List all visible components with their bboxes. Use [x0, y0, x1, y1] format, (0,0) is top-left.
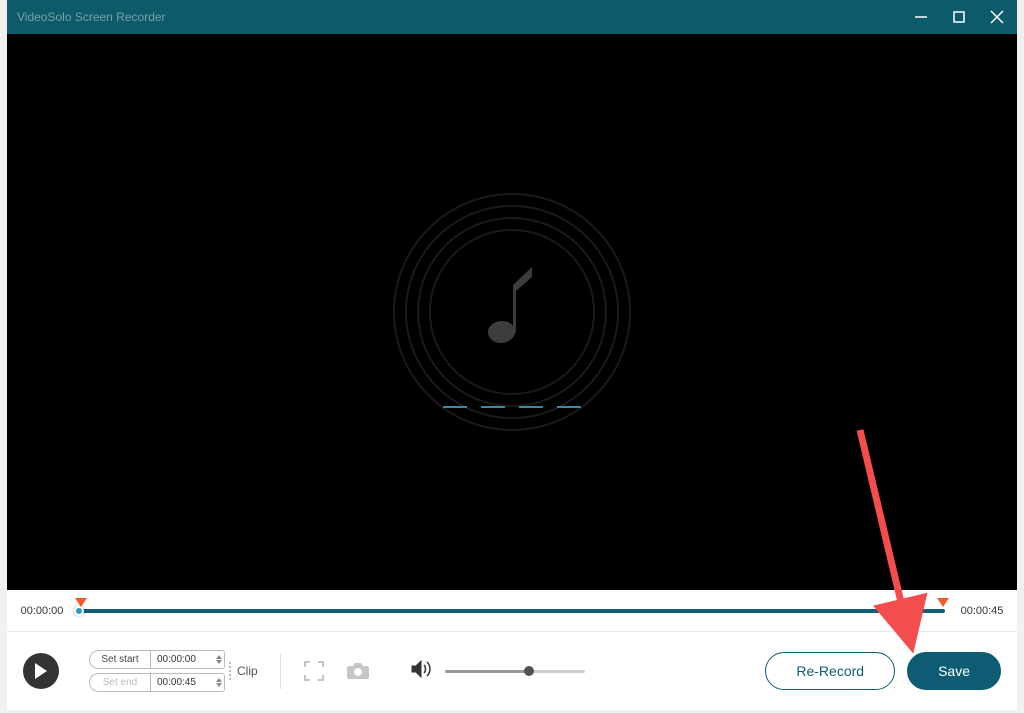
play-icon	[34, 663, 48, 679]
audio-level-dashes	[443, 406, 581, 408]
fullscreen-button[interactable]	[303, 660, 325, 682]
titlebar: VideoSolo Screen Recorder	[7, 0, 1017, 34]
save-button[interactable]: Save	[907, 652, 1001, 690]
playhead[interactable]	[74, 606, 84, 616]
volume-fill	[445, 670, 529, 673]
clip-start-row: Set start 00:00:00	[89, 650, 225, 669]
clip-start-input[interactable]: 00:00:00	[151, 650, 225, 669]
timeline: 00:00:00 00:00:45	[7, 590, 1017, 632]
timeline-track[interactable]	[79, 596, 945, 626]
close-button[interactable]	[987, 7, 1007, 27]
controls-bar: Set start 00:00:00 Set end 00:00:45	[7, 632, 1017, 710]
clip-label: Clip	[231, 660, 258, 682]
clip-start-value: 00:00:00	[157, 654, 196, 665]
screenshot-button[interactable]	[347, 660, 369, 682]
volume-thumb[interactable]	[524, 666, 534, 676]
volume-button[interactable]	[411, 659, 433, 684]
play-button[interactable]	[23, 653, 59, 689]
set-start-button[interactable]: Set start	[89, 650, 151, 669]
clip-group: Set start 00:00:00 Set end 00:00:45	[89, 650, 258, 692]
clip-end-value: 00:00:45	[157, 677, 196, 688]
track-line	[79, 609, 945, 613]
clip-end-input[interactable]: 00:00:45	[151, 673, 225, 692]
timeline-end-time: 00:00:45	[955, 605, 1009, 617]
preview-area	[7, 34, 1017, 590]
clip-end-row: Set end 00:00:45	[89, 673, 225, 692]
timeline-start-time: 00:00:00	[15, 605, 69, 617]
set-end-button[interactable]: Set end	[89, 673, 151, 692]
app-window: VideoSolo Screen Recorder	[7, 0, 1017, 710]
minimize-icon	[914, 10, 928, 24]
close-icon	[989, 9, 1005, 25]
maximize-button[interactable]	[949, 7, 969, 27]
volume-icon	[411, 659, 433, 679]
camera-icon	[347, 662, 369, 680]
clip-inputs: Set start 00:00:00 Set end 00:00:45	[89, 650, 225, 692]
window-controls	[911, 7, 1007, 27]
volume-control	[411, 659, 585, 684]
minimize-button[interactable]	[911, 7, 931, 27]
rerecord-button[interactable]: Re-Record	[765, 652, 895, 690]
maximize-icon	[952, 10, 966, 24]
clip-end-marker[interactable]	[937, 598, 949, 607]
app-title: VideoSolo Screen Recorder	[17, 10, 911, 24]
separator	[280, 653, 281, 689]
bottom-panel: 00:00:00 00:00:45 Set start 00:00:00	[7, 590, 1017, 710]
clip-end-spinner[interactable]	[216, 674, 222, 691]
clip-start-spinner[interactable]	[216, 651, 222, 668]
volume-slider[interactable]	[445, 670, 585, 673]
fullscreen-icon	[304, 661, 324, 681]
music-note-icon	[482, 267, 542, 357]
tool-icons	[303, 660, 369, 682]
